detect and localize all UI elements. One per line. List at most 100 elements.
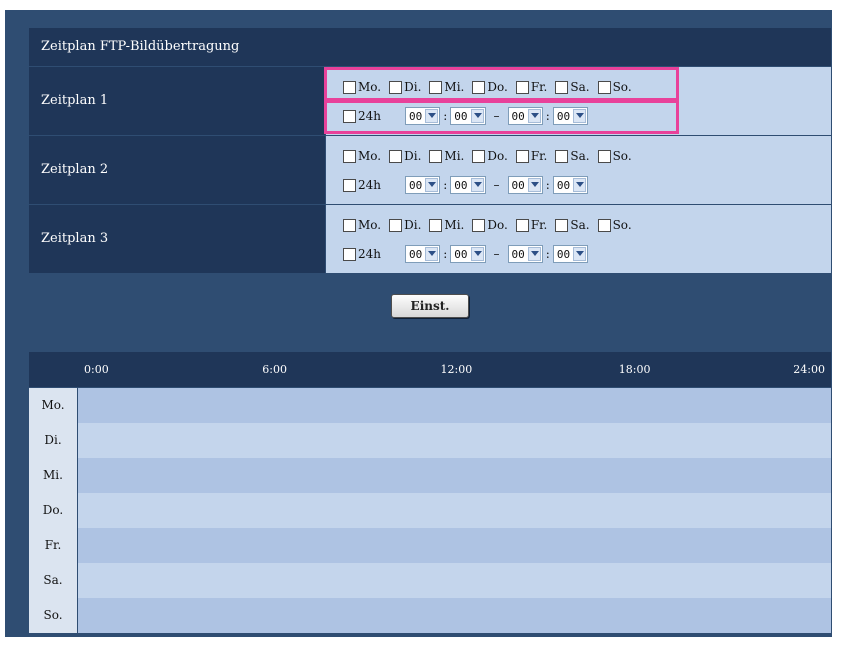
all-day-option[interactable]: 24h	[343, 178, 381, 192]
day-label: So.	[612, 149, 632, 163]
day-label: Di.	[404, 218, 422, 232]
all-day-option[interactable]: 24h	[343, 247, 381, 261]
chevron-down-icon[interactable]	[425, 178, 439, 192]
chevron-down-icon[interactable]	[425, 247, 439, 261]
day-option[interactable]: Fr.	[515, 149, 547, 163]
day-label: Di.	[404, 149, 422, 163]
day-checkbox[interactable]	[429, 218, 443, 232]
timeline-day-label: Fr.	[29, 528, 77, 563]
day-checkbox[interactable]	[555, 149, 569, 163]
day-checkbox[interactable]	[389, 149, 403, 163]
day-label: Fr.	[530, 218, 548, 232]
day-option[interactable]: So.	[597, 149, 632, 163]
day-checkbox[interactable]	[343, 149, 356, 163]
highlight-days	[324, 67, 679, 101]
chevron-down-icon[interactable]	[527, 178, 541, 192]
chevron-down-icon[interactable]	[527, 247, 541, 261]
start-minute-select[interactable]: 00	[450, 245, 486, 263]
time-range: 24h 00:00–00:00	[343, 174, 589, 196]
day-label: Mo.	[358, 218, 382, 232]
timeline-header: 0:00 6:00 12:00 18:00 24:00	[29, 352, 831, 387]
day-option[interactable]: Do.	[472, 149, 508, 163]
timeline-bar	[78, 563, 831, 598]
schedule-label: Zeitplan 2	[29, 136, 325, 204]
time-colon: :	[443, 247, 448, 261]
time-dash: –	[493, 178, 500, 192]
timeline-row: So.	[29, 598, 831, 633]
chevron-down-icon[interactable]	[470, 178, 484, 192]
day-option[interactable]: Di.	[389, 218, 421, 232]
timeline-row: Mi.	[29, 458, 831, 493]
day-checkbox[interactable]	[472, 149, 486, 163]
chevron-down-icon[interactable]	[573, 178, 587, 192]
end-hour-select[interactable]: 00	[507, 245, 543, 263]
hour-label: 12:00	[440, 363, 473, 376]
timeline-day-label: Mo.	[29, 388, 77, 423]
day-checkbox[interactable]	[597, 218, 611, 232]
schedule-label: Zeitplan 1	[29, 67, 325, 135]
end-minute-select[interactable]: 00	[552, 245, 589, 263]
chevron-down-icon[interactable]	[573, 247, 587, 261]
start-hour-select[interactable]: 00	[405, 245, 441, 263]
end-hour-select[interactable]: 00	[507, 176, 543, 194]
timeline-bar	[78, 528, 831, 563]
timeline-bar	[78, 388, 831, 423]
timeline-bar	[78, 458, 831, 493]
day-checkbox[interactable]	[515, 218, 529, 232]
start-hour-select[interactable]: 00	[405, 176, 441, 194]
time-range: 24h 00:00–00:00	[343, 243, 589, 265]
day-checkbox[interactable]	[597, 149, 611, 163]
apply-button[interactable]: Einst.	[391, 294, 469, 318]
timeline-day-label: Do.	[29, 493, 77, 528]
day-label: Mi.	[444, 218, 465, 232]
all-day-checkbox[interactable]	[343, 247, 356, 261]
day-checkbox[interactable]	[472, 218, 486, 232]
day-checkboxes: Mo. Di. Mi. Do. Fr. Sa. So.	[343, 147, 640, 165]
timeline-day-label: Mi.	[29, 458, 77, 493]
start-minute-select-value: 00	[454, 178, 468, 192]
day-option[interactable]: Mi.	[429, 149, 464, 163]
all-day-checkbox[interactable]	[343, 178, 356, 192]
day-option[interactable]: So.	[597, 218, 632, 232]
day-option[interactable]: Sa.	[555, 218, 590, 232]
section-title: Zeitplan FTP-Bildübertragung	[29, 28, 831, 66]
day-checkbox[interactable]	[515, 149, 529, 163]
schedule-controls: Mo. Di. Mi. Do. Fr. Sa. So. 24h 00:00–00:00	[326, 136, 831, 204]
timeline-row: Sa.	[29, 563, 831, 598]
schedule-label: Zeitplan 3	[29, 205, 325, 273]
day-option[interactable]: Fr.	[515, 218, 548, 232]
hour-label: 6:00	[262, 363, 287, 376]
day-label: Do.	[487, 149, 508, 163]
end-hour-select-value: 00	[511, 247, 525, 261]
day-label: Sa.	[570, 149, 590, 163]
day-option[interactable]: Do.	[472, 218, 508, 232]
day-option[interactable]: Mo.	[343, 149, 381, 163]
timeline-row: Fr.	[29, 528, 831, 563]
day-checkbox[interactable]	[429, 149, 443, 163]
start-hour-select-value: 00	[409, 178, 423, 192]
start-hour-select-value: 00	[409, 247, 423, 261]
hour-label: 0:00	[84, 363, 109, 376]
chevron-down-icon[interactable]	[470, 247, 484, 261]
day-option[interactable]: Mi.	[429, 218, 464, 232]
day-label: Sa.	[570, 218, 590, 232]
timeline-bar	[78, 493, 831, 528]
timeline-row: Di.	[29, 423, 831, 458]
start-minute-select[interactable]: 00	[450, 176, 486, 194]
day-option[interactable]: Mo.	[343, 218, 381, 232]
day-label: Mo.	[358, 149, 382, 163]
day-option[interactable]: Sa.	[555, 149, 590, 163]
timeline-bar	[78, 423, 831, 458]
timeline-day-label: Sa.	[29, 563, 77, 598]
timeline-day-label: So.	[29, 598, 77, 633]
end-minute-select[interactable]: 00	[552, 176, 589, 194]
time-colon: :	[443, 178, 448, 192]
day-option[interactable]: Di.	[389, 149, 421, 163]
day-checkbox[interactable]	[343, 218, 356, 232]
start-minute-select-value: 00	[454, 247, 468, 261]
day-label: Do.	[487, 218, 508, 232]
day-checkbox[interactable]	[555, 218, 569, 232]
all-day-label: 24h	[358, 178, 381, 192]
day-checkbox[interactable]	[389, 218, 403, 232]
hour-label: 24:00	[793, 363, 825, 376]
